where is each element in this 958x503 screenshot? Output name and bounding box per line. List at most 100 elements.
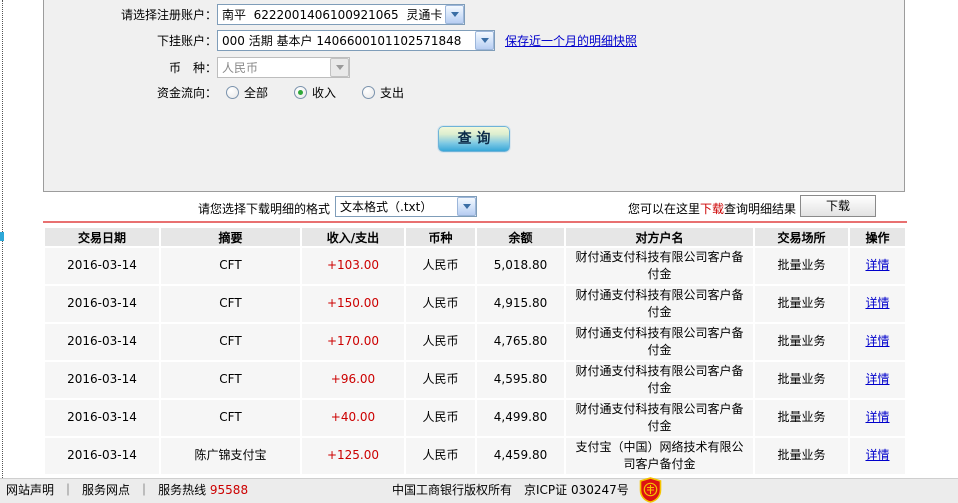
cell-balance: 4,915.80 — [477, 286, 564, 322]
register-account-label: 请选择注册账户： — [120, 8, 217, 22]
download-button[interactable]: 下载 — [800, 195, 876, 217]
col-header-amount: 收入/支出 — [302, 228, 404, 246]
cell-counterparty: 财付通支付科技有限公司客户备付金 — [566, 400, 753, 436]
cell-summary: CFT — [161, 248, 300, 284]
download-format-value: 文本格式（.txt） — [340, 200, 433, 214]
cell-amount: +170.00 — [302, 324, 404, 360]
detail-link[interactable]: 详情 — [865, 410, 889, 424]
cell-balance: 4,595.80 — [477, 362, 564, 398]
chevron-down-glyph — [462, 204, 471, 209]
cell-amount: +40.00 — [302, 400, 404, 436]
copyright-text: 中国工商银行版权所有 京ICP证 030247号 — [392, 483, 629, 497]
radio-label: 收入 — [312, 86, 337, 100]
radio-icon[interactable] — [226, 86, 239, 99]
sub-account-select[interactable]: 000 活期 基本户 1406600101102571848 — [217, 30, 495, 51]
table-row: 2016-03-14 陈广锦支付宝 +125.00 人民币 4,459.80 支… — [45, 438, 905, 474]
cell-counterparty: 财付通支付科技有限公司客户备付金 — [566, 324, 753, 360]
cell-summary: CFT — [161, 400, 300, 436]
radio-option-income[interactable]: 收入 — [294, 84, 336, 101]
fund-flow-row: 资金流向： 全部 收入 支出 — [44, 84, 430, 101]
cell-action: 详情 — [850, 400, 905, 436]
download-hint-prefix: 您可以在这里 — [628, 202, 701, 216]
sub-account-label: 下挂账户： — [156, 34, 217, 48]
footer-link-branches[interactable]: 服务网点 — [82, 483, 130, 497]
detail-link[interactable]: 详情 — [865, 448, 889, 462]
sub-account-value: 000 活期 基本户 1406600101102571848 — [222, 34, 462, 48]
cell-summary: CFT — [161, 362, 300, 398]
snapshot-link[interactable]: 保存近一个月的明细快照 — [505, 32, 637, 49]
register-account-select[interactable]: 南平 6222001406100921065 灵通卡 — [217, 4, 465, 25]
footer-separator: ｜ — [62, 483, 75, 497]
cell-venue: 批量业务 — [755, 248, 848, 284]
cell-action: 详情 — [850, 286, 905, 322]
cell-venue: 批量业务 — [755, 438, 848, 474]
cell-balance: 4,499.80 — [477, 400, 564, 436]
radio-option-all[interactable]: 全部 — [226, 84, 268, 101]
chevron-down-icon[interactable] — [457, 197, 476, 216]
cell-date: 2016-03-14 — [45, 400, 159, 436]
chevron-down-icon[interactable] — [445, 5, 464, 24]
fund-flow-radio-group: 全部 收入 支出 — [226, 84, 430, 101]
table-header-row: 交易日期 摘要 收入/支出 币种 余额 对方户名 交易场所 操作 — [45, 228, 905, 246]
cell-counterparty: 财付通支付科技有限公司客户备付金 — [566, 362, 753, 398]
currency-label: 币 种： — [168, 61, 217, 75]
chevron-down-glyph — [480, 38, 489, 43]
col-header-summary: 摘要 — [161, 228, 300, 246]
hotline-number: 95588 — [209, 483, 249, 497]
detail-link[interactable]: 详情 — [865, 334, 889, 348]
section-divider — [43, 221, 907, 223]
cell-currency: 人民币 — [406, 324, 475, 360]
cell-currency: 人民币 — [406, 286, 475, 322]
cell-action: 详情 — [850, 438, 905, 474]
left-edge-artifact — [0, 232, 4, 241]
icbc-security-seal-icon — [639, 477, 662, 503]
radio-label: 支出 — [380, 86, 405, 100]
cell-amount: +125.00 — [302, 438, 404, 474]
detail-link[interactable]: 详情 — [865, 296, 889, 310]
radio-option-expense[interactable]: 支出 — [362, 84, 404, 101]
detail-link[interactable]: 详情 — [865, 258, 889, 272]
table-row: 2016-03-14 CFT +96.00 人民币 4,595.80 财付通支付… — [45, 362, 905, 398]
cell-summary: 陈广锦支付宝 — [161, 438, 300, 474]
col-header-balance: 余额 — [477, 228, 564, 246]
table-row: 2016-03-14 CFT +170.00 人民币 4,765.80 财付通支… — [45, 324, 905, 360]
cell-venue: 批量业务 — [755, 324, 848, 360]
cell-summary: CFT — [161, 324, 300, 360]
cell-venue: 批量业务 — [755, 286, 848, 322]
radio-icon[interactable] — [294, 86, 308, 99]
detail-link[interactable]: 详情 — [865, 372, 889, 386]
col-header-counterparty: 对方户名 — [566, 228, 753, 246]
sub-account-row: 下挂账户： 000 活期 基本户 1406600101102571848 保存近… — [44, 30, 637, 51]
currency-select-disabled: 人民币 — [217, 57, 350, 78]
cell-date: 2016-03-14 — [45, 324, 159, 360]
chevron-down-icon — [330, 58, 349, 77]
cell-date: 2016-03-14 — [45, 248, 159, 284]
cell-balance: 4,765.80 — [477, 324, 564, 360]
register-account-value: 南平 6222001406100921065 灵通卡 — [222, 8, 443, 22]
cell-amount: +96.00 — [302, 362, 404, 398]
query-form-panel: 请选择注册账户： 南平 6222001406100921065 灵通卡 下挂账户… — [43, 0, 905, 192]
cell-amount: +103.00 — [302, 248, 404, 284]
cell-balance: 5,018.80 — [477, 248, 564, 284]
col-header-date: 交易日期 — [45, 228, 159, 246]
table-row: 2016-03-14 CFT +150.00 人民币 4,915.80 财付通支… — [45, 286, 905, 322]
chevron-down-icon[interactable] — [475, 31, 494, 50]
cell-action: 详情 — [850, 248, 905, 284]
hotline-label: 服务热线 — [158, 483, 207, 497]
cell-action: 详情 — [850, 362, 905, 398]
query-button[interactable]: 查 询 — [437, 125, 511, 153]
col-header-currency: 币种 — [406, 228, 475, 246]
cell-currency: 人民币 — [406, 248, 475, 284]
radio-icon[interactable] — [362, 86, 376, 99]
download-format-label: 请您选择下载明细的格式 — [198, 202, 331, 216]
footer-link-statement[interactable]: 网站声明 — [6, 483, 54, 497]
cell-summary: CFT — [161, 286, 300, 322]
table-row: 2016-03-14 CFT +40.00 人民币 4,499.80 财付通支付… — [45, 400, 905, 436]
download-format-select[interactable]: 文本格式（.txt） — [335, 196, 477, 217]
footer-separator: ｜ — [138, 483, 151, 497]
cell-date: 2016-03-14 — [45, 286, 159, 322]
cell-action: 详情 — [850, 324, 905, 360]
col-header-venue: 交易场所 — [755, 228, 848, 246]
radio-label: 全部 — [244, 86, 269, 100]
